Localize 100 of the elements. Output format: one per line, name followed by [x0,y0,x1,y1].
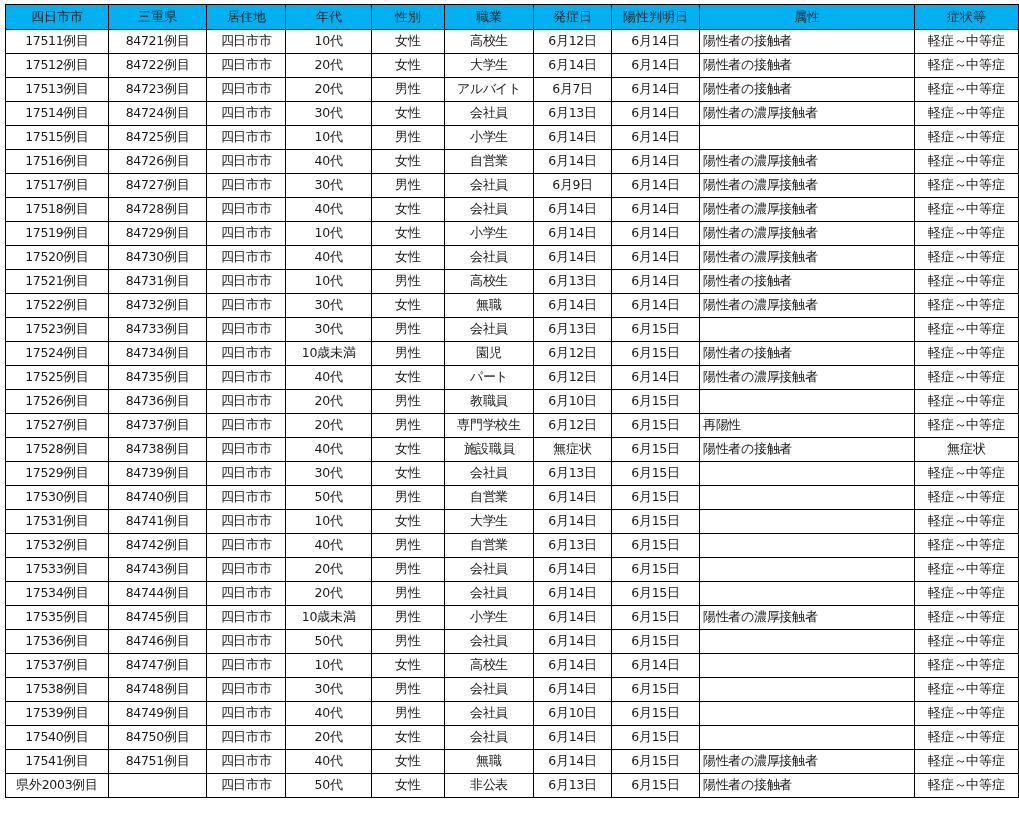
table-cell: 84726例目 [108,149,207,174]
table-cell: 6月14日 [533,245,612,270]
table-cell: 軽症～中等症 [914,317,1019,342]
table-cell: 軽症～中等症 [914,269,1019,294]
table-cell: 四日市市 [206,221,286,246]
table-cell: 84731例目 [108,269,207,294]
table-cell: 40代 [285,749,372,774]
table-cell: 17526例目 [5,389,109,414]
table-cell: 17530例目 [5,485,109,510]
table-cell: 17513例目 [5,77,109,102]
table-cell: 四日市市 [206,485,286,510]
table-cell: 6月14日 [611,365,700,390]
table-cell: 四日市市 [206,389,286,414]
table-cell: 6月15日 [611,509,700,534]
table-cell: 四日市市 [206,557,286,582]
table-cell: 40代 [285,533,372,558]
table-cell: 30代 [285,293,372,318]
table-cell: 84733例目 [108,317,207,342]
table-cell: 軽症～中等症 [914,533,1019,558]
table-cell: 17511例目 [5,29,109,54]
table-cell: 6月14日 [533,485,612,510]
table-cell: 四日市市 [206,269,286,294]
table-cell: 男性 [371,557,445,582]
table-cell: 会社員 [444,677,534,702]
column-header: 三重県 [108,4,207,30]
table-cell: 自営業 [444,149,534,174]
table-cell: 17524例目 [5,341,109,366]
table-cell: 84722例目 [108,53,207,78]
table-cell: 男性 [371,317,445,342]
table-cell: 四日市市 [206,509,286,534]
table-cell: 女性 [371,101,445,126]
table-cell: 84736例目 [108,389,207,414]
column-header: 発症日 [533,4,612,30]
table-cell: 84739例目 [108,461,207,486]
table-cell: 四日市市 [206,749,286,774]
table-cell: 84730例目 [108,245,207,270]
table-cell: 軽症～中等症 [914,725,1019,750]
table-cell: 10代 [285,653,372,678]
table-cell: 6月14日 [533,509,612,534]
table-cell: 6月13日 [533,269,612,294]
table-cell: 84747例目 [108,653,207,678]
table-cell: 陽性者の濃厚接触者 [699,101,915,126]
table-cell: 陽性者の濃厚接触者 [699,245,915,270]
table-cell: 84744例目 [108,581,207,606]
table-cell: 女性 [371,749,445,774]
table-cell: 軽症～中等症 [914,461,1019,486]
table-cell: 40代 [285,149,372,174]
table-cell: 17518例目 [5,197,109,222]
table-cell: 四日市市 [206,173,286,198]
column-header: 年代 [285,4,372,30]
table-cell: 17528例目 [5,437,109,462]
table-cell: 軽症～中等症 [914,245,1019,270]
table-cell: 84734例目 [108,341,207,366]
table-cell: 17531例目 [5,509,109,534]
table-cell: 17532例目 [5,533,109,558]
table-cell: 四日市市 [206,653,286,678]
table-cell: 陽性者の濃厚接触者 [699,173,915,198]
table-cell: 女性 [371,29,445,54]
table-cell: 17516例目 [5,149,109,174]
table-cell: 軽症～中等症 [914,341,1019,366]
table-cell: 6月10日 [533,389,612,414]
table-cell: 自営業 [444,533,534,558]
table-cell: 男性 [371,389,445,414]
table-cell: 軽症～中等症 [914,557,1019,582]
table-cell: 四日市市 [206,461,286,486]
table-cell: 軽症～中等症 [914,197,1019,222]
table-cell: 10代 [285,269,372,294]
table-cell: 30代 [285,101,372,126]
table-cell: 会社員 [444,725,534,750]
table-cell: アルバイト [444,77,534,102]
table-cell: 17541例目 [5,749,109,774]
table-cell: 17527例目 [5,413,109,438]
table-cell: 会社員 [444,701,534,726]
table-cell: 高校生 [444,29,534,54]
table-cell: 陽性者の濃厚接触者 [699,197,915,222]
table-cell: 女性 [371,437,445,462]
table-cell: 男性 [371,77,445,102]
table-cell: 17533例目 [5,557,109,582]
table-cell: 20代 [285,557,372,582]
table-cell: 84732例目 [108,293,207,318]
table-cell: 陽性者の接触者 [699,269,915,294]
table-cell: 男性 [371,125,445,150]
table-cell: 6月14日 [533,629,612,654]
table-cell: 84721例目 [108,29,207,54]
table-cell: 軽症～中等症 [914,509,1019,534]
table-cell: 10歳未満 [285,605,372,630]
table-cell: 6月14日 [611,269,700,294]
table-cell: 6月7日 [533,77,612,102]
table-cell: 6月9日 [533,173,612,198]
table-cell: 四日市市 [206,317,286,342]
table-cell: 50代 [285,773,372,798]
table-cell: 四日市市 [206,53,286,78]
table-cell: 6月15日 [611,557,700,582]
table-cell: 6月15日 [611,629,700,654]
table-cell: 陽性者の濃厚接触者 [699,149,915,174]
column-header: 居住地 [206,4,286,30]
table-cell: 陽性者の接触者 [699,77,915,102]
table-cell: 無職 [444,293,534,318]
table-cell: 陽性者の濃厚接触者 [699,365,915,390]
table-cell: 6月14日 [611,221,700,246]
